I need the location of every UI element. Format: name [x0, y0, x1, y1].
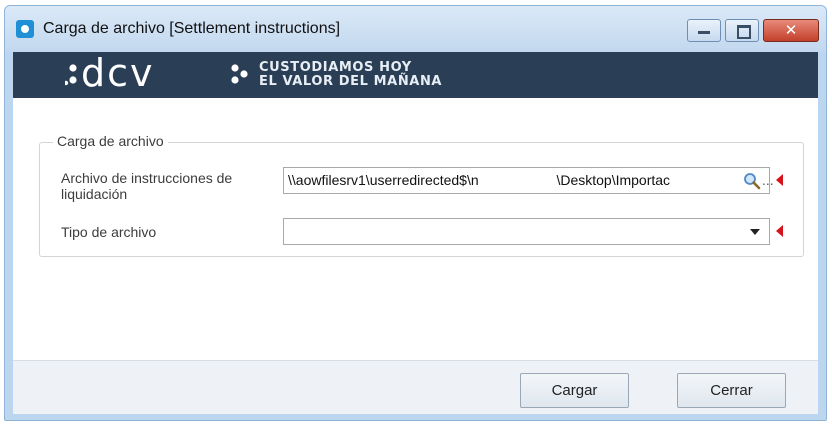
brand-banner: dcv CUSTODIAMOS HOY EL VALOR DEL MAÑANA — [13, 52, 818, 98]
chevron-down-icon[interactable] — [750, 229, 760, 235]
file-path-value: \\aowfilesrv1\userredirected$\n \Desktop… — [288, 172, 671, 188]
file-path-input[interactable]: \\aowfilesrv1\userredirected$\n \Desktop… — [283, 167, 774, 194]
close-window-button[interactable]: ✕ — [763, 19, 819, 42]
group-title: Carga de archivo — [53, 133, 168, 149]
file-field-label: Archivo de instrucciones de liquidación — [61, 170, 233, 202]
required-marker-icon — [776, 225, 783, 237]
minimize-button[interactable] — [687, 19, 721, 42]
tagline-line-1: CUSTODIAMOS HOY — [259, 60, 412, 75]
brand-tagline: CUSTODIAMOS HOY EL VALOR DEL MAÑANA — [259, 61, 442, 89]
required-marker-icon — [776, 174, 783, 186]
dialog-footer: Cargar Cerrar — [13, 360, 818, 414]
tagline-line-2: EL VALOR DEL MAÑANA — [259, 74, 443, 89]
close-button[interactable]: Cerrar — [677, 373, 786, 408]
svg-text:dcv: dcv — [81, 54, 155, 94]
upload-dialog-window: Carga de archivo [Settlement instruction… — [4, 5, 827, 421]
load-button[interactable]: Cargar — [520, 373, 629, 408]
window-title: Carga de archivo [Settlement instruction… — [43, 20, 341, 37]
app-icon — [16, 20, 34, 38]
dialog-content: Carga de archivo Archivo de instruccione… — [13, 98, 818, 360]
maximize-button[interactable] — [725, 19, 759, 42]
dcv-logo: dcv — [65, 54, 248, 94]
title-bar[interactable]: Carga de archivo [Settlement instruction… — [5, 6, 826, 52]
file-type-label: Tipo de archivo — [61, 224, 157, 240]
search-icon[interactable] — [743, 172, 761, 190]
browse-ellipsis[interactable]: ... — [762, 172, 774, 188]
close-icon: ✕ — [784, 21, 798, 39]
file-type-select[interactable] — [283, 218, 770, 245]
